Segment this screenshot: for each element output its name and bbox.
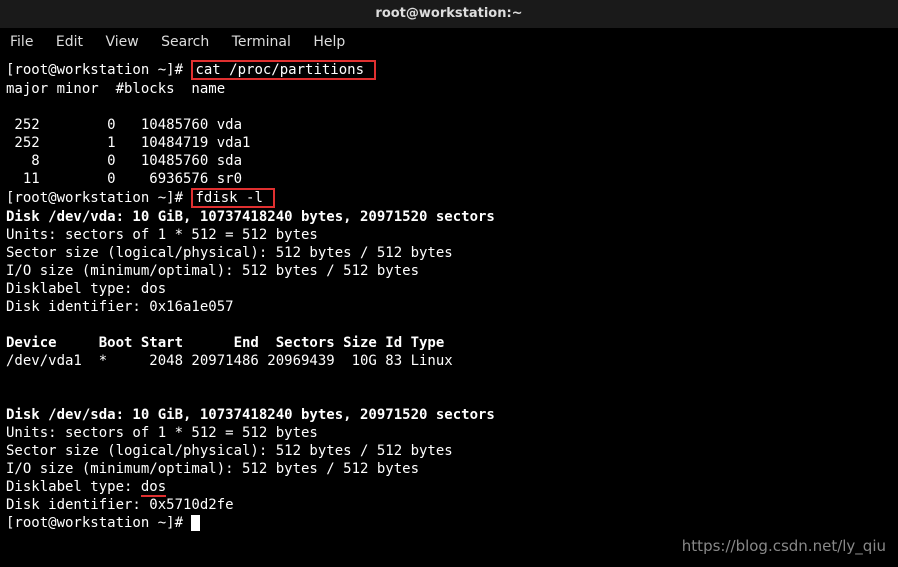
- output-line: /dev/vda1 * 2048 20971486 20969439 10G 8…: [6, 353, 453, 369]
- output-line: Sector size (logical/physical): 512 byte…: [6, 245, 453, 261]
- output-line: Disklabel type: dos: [6, 281, 166, 297]
- prompt: [root@workstation ~]#: [6, 515, 191, 531]
- terminal-cursor: [191, 515, 200, 531]
- output-line: 11 0 6936576 sr0: [6, 171, 242, 187]
- output-line: 252 1 10484719 vda1: [6, 135, 250, 151]
- menu-help[interactable]: Help: [313, 28, 345, 56]
- prompt: [root@workstation ~]#: [6, 190, 191, 206]
- output-line: Disk identifier: 0x5710d2fe: [6, 497, 234, 513]
- command-highlight: fdisk -l: [191, 188, 275, 208]
- output-line: 252 0 10485760 vda: [6, 117, 242, 133]
- menu-search[interactable]: Search: [161, 28, 209, 56]
- menu-file[interactable]: File: [10, 28, 33, 56]
- window-titlebar: root@workstation:~: [0, 0, 898, 28]
- terminal-output[interactable]: [root@workstation ~]# cat /proc/partitio…: [0, 56, 898, 536]
- output-line: I/O size (minimum/optimal): 512 bytes / …: [6, 263, 419, 279]
- output-line: Disk identifier: 0x16a1e057: [6, 299, 234, 315]
- output-line: Disk /dev/vda: 10 GiB, 10737418240 bytes…: [6, 209, 495, 225]
- prompt: [root@workstation ~]#: [6, 62, 191, 78]
- output-line: Disk /dev/sda: 10 GiB, 10737418240 bytes…: [6, 407, 495, 423]
- menu-edit[interactable]: Edit: [56, 28, 83, 56]
- output-line: Disklabel type:: [6, 479, 141, 495]
- output-value-underlined: dos: [141, 479, 166, 497]
- output-line: 8 0 10485760 sda: [6, 153, 242, 169]
- menu-terminal[interactable]: Terminal: [232, 28, 291, 56]
- window-title: root@workstation:~: [375, 6, 522, 21]
- watermark: https://blog.csdn.net/ly_qiu: [682, 537, 886, 555]
- output-line: Units: sectors of 1 * 512 = 512 bytes: [6, 425, 318, 441]
- menu-view[interactable]: View: [105, 28, 138, 56]
- output-line: Device Boot Start End Sectors Size Id Ty…: [6, 335, 444, 351]
- output-line: I/O size (minimum/optimal): 512 bytes / …: [6, 461, 419, 477]
- command-highlight: cat /proc/partitions: [191, 60, 376, 80]
- output-line: Sector size (logical/physical): 512 byte…: [6, 443, 453, 459]
- output-line: Units: sectors of 1 * 512 = 512 bytes: [6, 227, 318, 243]
- output-line: major minor #blocks name: [6, 81, 225, 97]
- menubar: File Edit View Search Terminal Help: [0, 28, 898, 56]
